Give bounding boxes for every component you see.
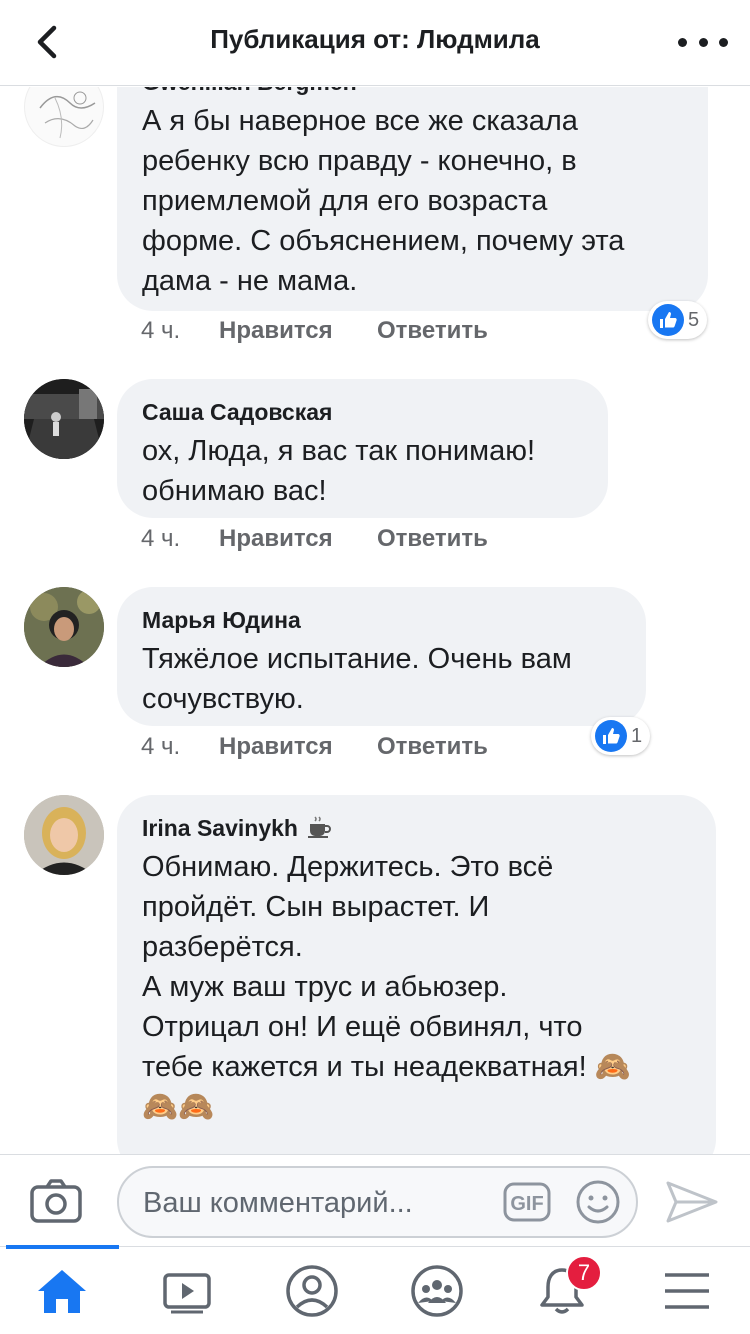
like-icon [595,720,627,752]
tab-home[interactable] [32,1261,92,1321]
reply-button[interactable]: Ответить [377,733,488,761]
active-tab-indicator [6,1245,119,1249]
camera-button[interactable] [28,1173,84,1229]
comment-text: А я бы наверное все же сказала ребенку в… [142,105,625,297]
tab-groups[interactable] [407,1261,467,1321]
video-icon [163,1273,211,1314]
photo-avatar-icon [24,587,104,667]
more-options-button[interactable] [678,24,728,60]
comment-bubble[interactable]: Саша Садовская ох, Люда, я вас так поним… [117,379,608,518]
comment-text: ох, Люда, я вас так понимаю! обнимаю вас… [142,435,536,507]
avatar[interactable] [24,87,104,147]
comment-time: 4 ч. [141,525,181,552]
bottom-tab-bar: 7 [0,1245,750,1334]
photo-avatar-icon [24,795,104,875]
top-bar: Публикация от: Людмила [0,0,750,86]
comment-actions: 4 ч. Нравится Ответить [141,525,488,553]
reply-button[interactable]: Ответить [377,525,488,553]
tab-watch[interactable] [157,1261,217,1321]
reaction-count[interactable]: 1 [591,717,651,755]
like-button[interactable]: Нравится [219,525,377,553]
comment-bubble[interactable]: Gwenllian Bergmen А я бы наверное все же… [117,87,708,311]
gif-icon: GIF [503,1182,551,1222]
tab-menu[interactable] [657,1261,717,1321]
comment-actions: 4 ч. Нравится Ответить [141,317,488,345]
tab-profile[interactable] [282,1261,342,1321]
comment-time: 4 ч. [141,317,181,344]
more-dot-icon [698,37,708,47]
reply-button[interactable]: Ответить [377,317,488,345]
comment-placeholder: Ваш комментарий... [143,1187,413,1219]
comment-author-row: Irina Savinykh [142,813,691,843]
comments-list[interactable]: Gwenllian Bergmen А я бы наверное все же… [0,87,750,1154]
comment-text: Тяжёлое испытание. Очень вам сочувствую. [142,643,572,715]
page-title: Публикация от: Людмила [210,24,540,54]
like-button[interactable]: Нравится [219,733,377,761]
comment-text: Обнимаю. Держитесь. Это всё пройдёт. Сын… [142,851,631,1123]
reaction-count[interactable]: 5 [648,301,708,339]
sketch-avatar-icon [39,91,96,139]
profile-icon [286,1265,338,1317]
reaction-number: 5 [688,308,700,331]
comment-author[interactable]: Irina Savinykh [142,815,298,841]
send-icon [666,1181,718,1223]
comment-input[interactable]: Ваш комментарий... GIF [117,1166,638,1238]
like-icon [652,304,684,336]
comment-author[interactable]: Gwenllian Bergmen [142,87,683,97]
reaction-number: 1 [631,724,643,747]
comment-actions: 4 ч. Нравится Ответить [141,733,488,761]
coffee-icon [308,816,332,838]
more-dot-icon [678,37,687,47]
like-button[interactable]: Нравится [219,317,377,345]
send-button[interactable] [664,1179,720,1225]
camera-icon [30,1179,82,1223]
gif-label: GIF [510,1193,543,1215]
emoji-button[interactable] [575,1179,621,1225]
hamburger-menu-icon [665,1273,709,1309]
comment-author[interactable]: Марья Юдина [142,605,621,635]
comment-author[interactable]: Саша Садовская [142,397,583,427]
photo-avatar-icon [24,379,104,459]
smiley-icon [576,1180,620,1224]
avatar[interactable] [24,795,104,875]
home-icon [38,1270,86,1313]
avatar[interactable] [24,379,104,459]
comment-time: 4 ч. [141,733,181,760]
comment-composer: Ваш комментарий... GIF [0,1154,750,1246]
gif-button[interactable]: GIF [503,1182,551,1222]
comment-bubble[interactable]: Марья Юдина Тяжёлое испытание. Очень вам… [117,587,646,726]
notification-badge: 7 [566,1255,602,1291]
comment-bubble[interactable]: Irina Savinykh Обнимаю. Держитесь. Это в… [117,795,716,1154]
more-dot-icon [719,37,728,47]
avatar[interactable] [24,587,104,667]
groups-icon [411,1265,463,1317]
